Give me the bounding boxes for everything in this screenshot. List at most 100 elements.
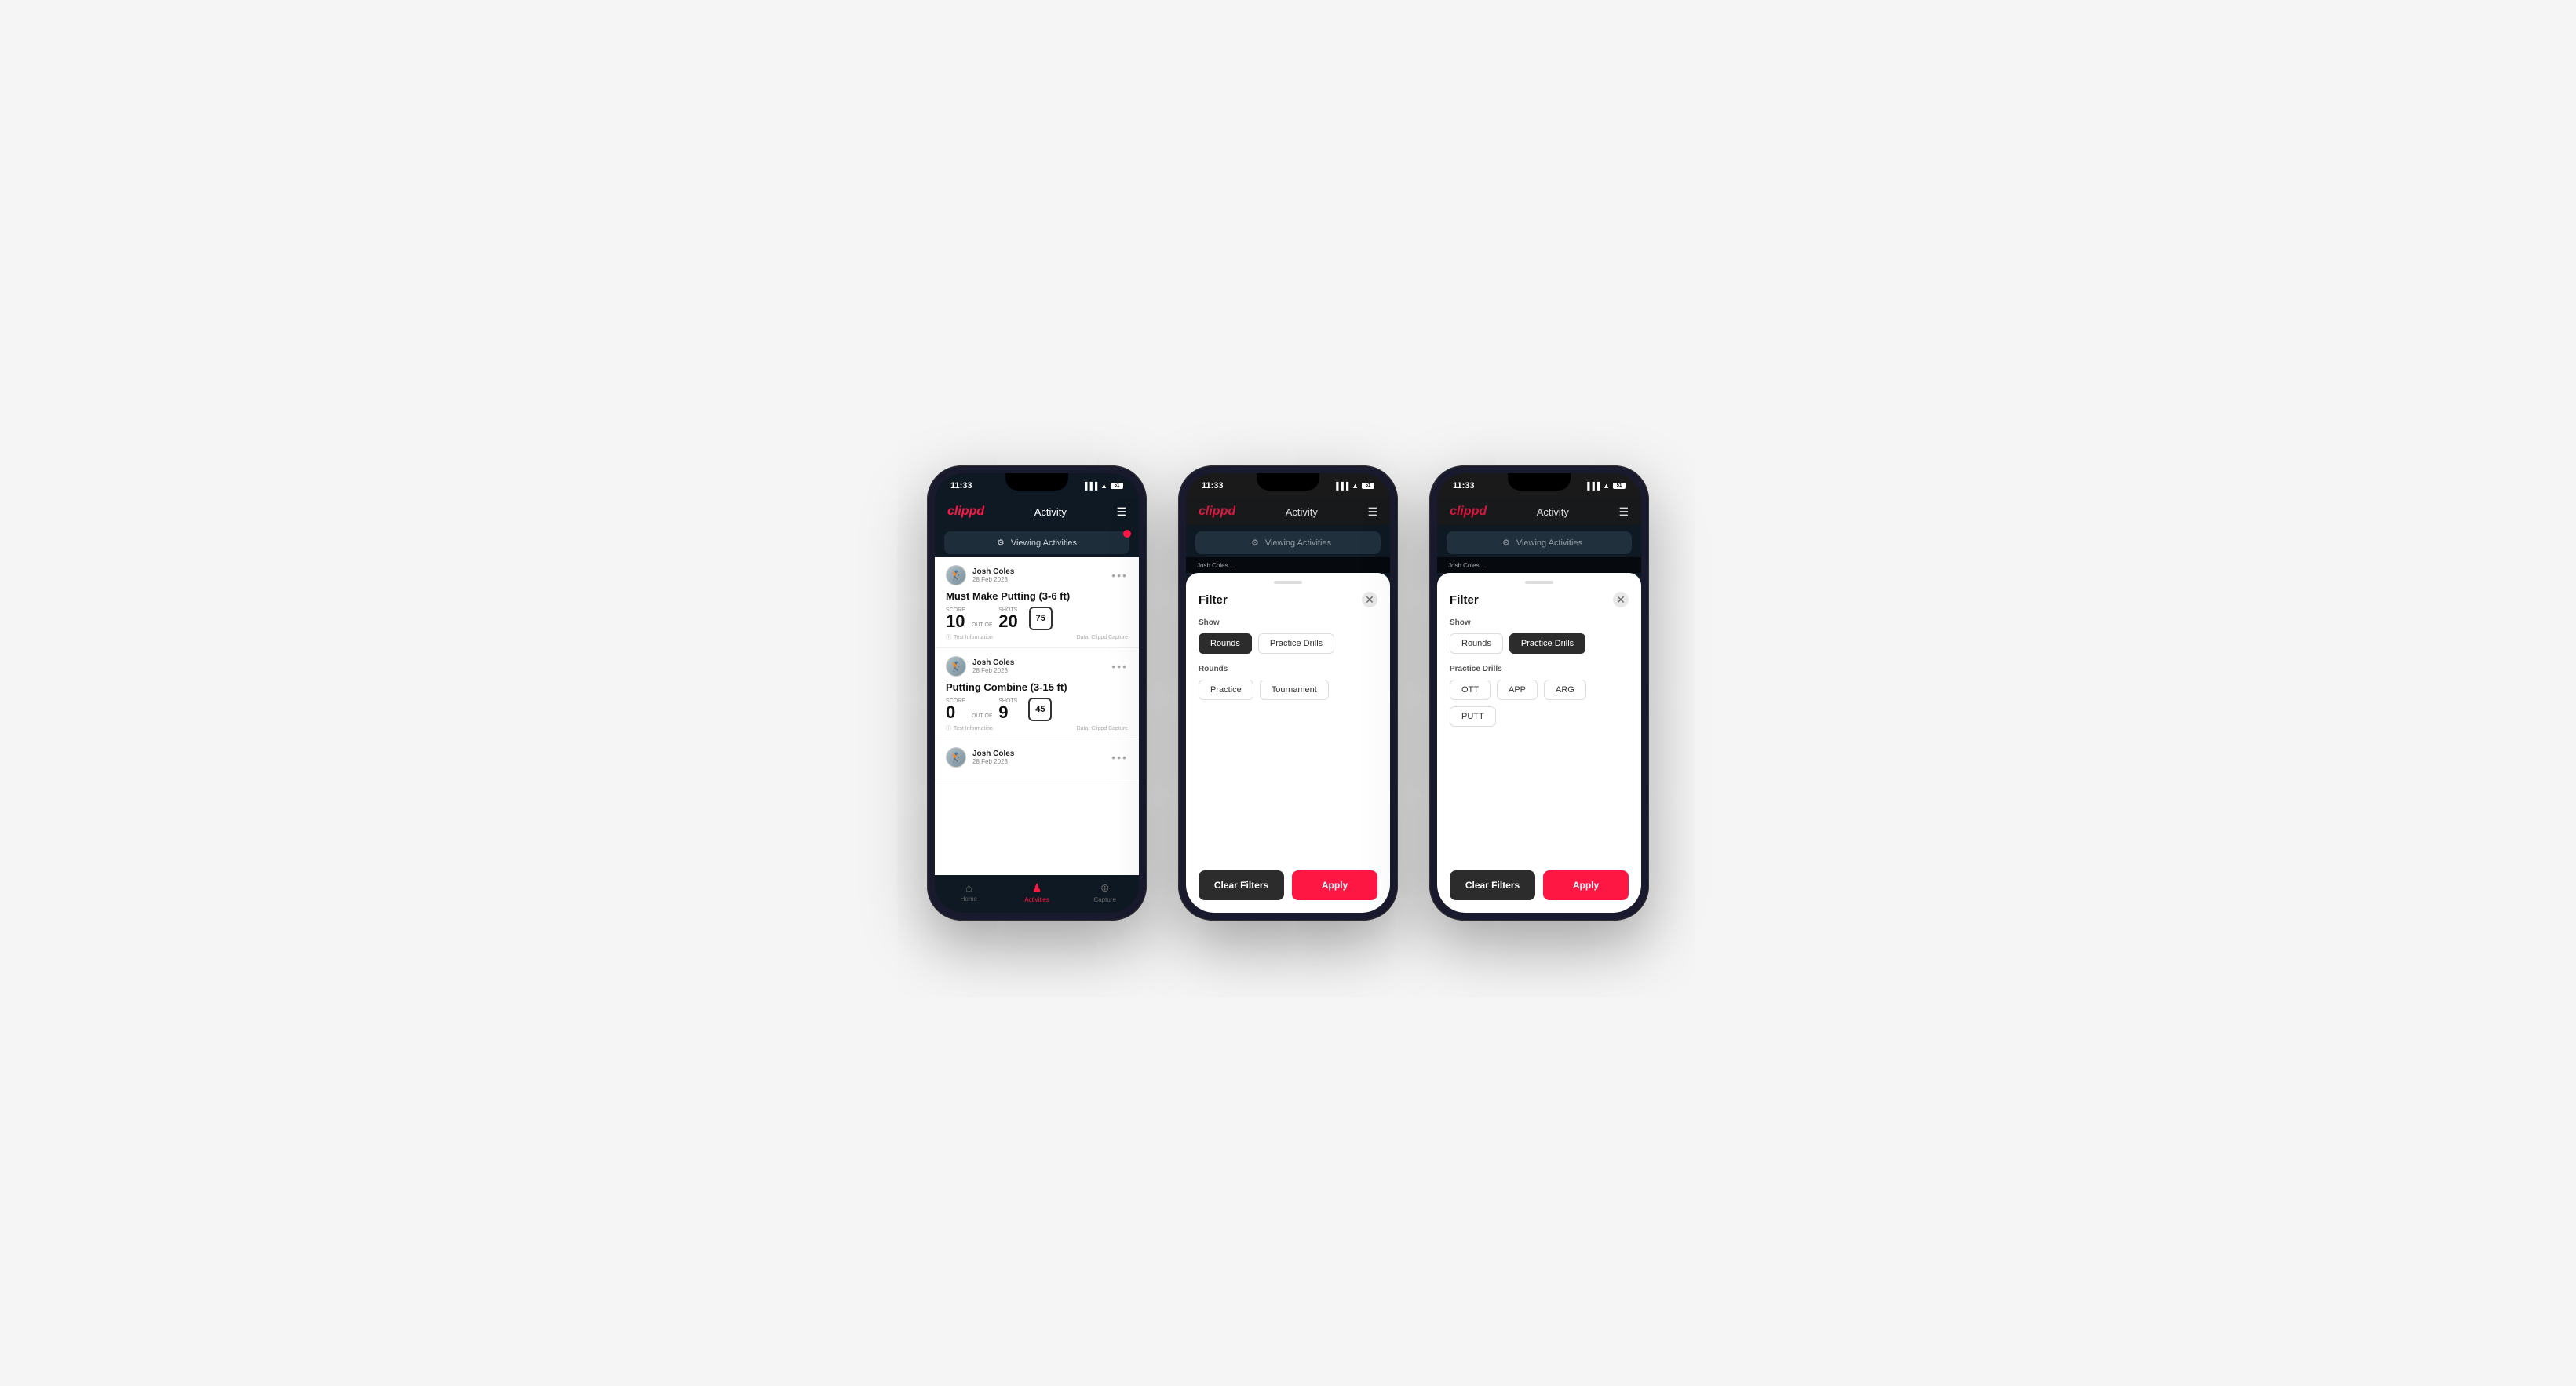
filter-header-2: Filter ✕ xyxy=(1186,589,1390,615)
capture-icon-1: ⊕ xyxy=(1100,881,1110,895)
filter-close-button-2[interactable]: ✕ xyxy=(1362,592,1377,607)
practice-drills-chip-3[interactable]: Practice Drills xyxy=(1509,633,1585,654)
filter-icon-3: ⚙ xyxy=(1502,538,1510,548)
nav-home-1[interactable]: ⌂ Home xyxy=(935,881,1003,903)
user-info-1: 🏌 Josh Coles 28 Feb 2023 xyxy=(946,565,1014,585)
header-title-1: Activity xyxy=(1034,506,1067,518)
status-icons-3: ▐▐▐ ▲ 51 xyxy=(1585,482,1626,490)
test-info-1: ⓘ Test Information xyxy=(946,633,993,641)
avatar-1: 🏌 xyxy=(946,565,966,585)
avatar-2: 🏌 xyxy=(946,656,966,677)
hamburger-icon-2[interactable]: ☰ xyxy=(1367,505,1377,519)
arg-chip-3[interactable]: ARG xyxy=(1544,680,1586,700)
shot-quality-badge-2: 45 xyxy=(1028,698,1052,721)
signal-icon-3: ▐▐▐ xyxy=(1585,482,1600,490)
more-dots-2[interactable]: ••• xyxy=(1111,660,1128,673)
more-dots-3[interactable]: ••• xyxy=(1111,751,1128,764)
practice-drills-chips-3: OTT APP ARG PUTT xyxy=(1450,680,1629,727)
card-title-2: Putting Combine (3-15 ft) xyxy=(946,681,1128,693)
filter-body-3: Show Rounds Practice Drills Practice Dri… xyxy=(1437,615,1641,861)
hamburger-icon-1[interactable]: ☰ xyxy=(1116,505,1126,519)
user-peek-3: Josh Coles ... xyxy=(1448,562,1486,569)
rounds-chips-2: Practice Tournament xyxy=(1199,680,1377,700)
info-icon-1: ⓘ xyxy=(946,633,951,641)
signal-icon: ▐▐▐ xyxy=(1082,482,1097,490)
putt-chip-3[interactable]: PUTT xyxy=(1450,706,1496,727)
user-date-2: 28 Feb 2023 xyxy=(972,667,1014,674)
notch-1 xyxy=(1005,473,1068,491)
app-header-2: clippd Activity ☰ xyxy=(1186,498,1390,525)
filter-title-3: Filter xyxy=(1450,593,1479,607)
phone-1: 11:33 ▐▐▐ ▲ 51 clippd Activity ☰ ⚙ Viewi… xyxy=(927,465,1147,921)
clear-filters-button-2[interactable]: Clear Filters xyxy=(1199,870,1284,900)
filter-title-2: Filter xyxy=(1199,593,1228,607)
filter-sheet-3: Filter ✕ Show Rounds Practice Drills Pra… xyxy=(1437,573,1641,913)
time-1: 11:33 xyxy=(950,481,972,491)
more-dots-1[interactable]: ••• xyxy=(1111,569,1128,582)
activities-icon-1: ♟ xyxy=(1032,881,1042,895)
phone-2: 11:33 ▐▐▐ ▲ 51 clippd Activity ☰ ⚙ Viewi… xyxy=(1178,465,1398,921)
card-header-1: 🏌 Josh Coles 28 Feb 2023 ••• xyxy=(946,565,1128,585)
user-date-3: 28 Feb 2023 xyxy=(972,758,1014,765)
bottom-nav-1: ⌂ Home ♟ Activities ⊕ Capture xyxy=(935,875,1139,913)
user-name-1: Josh Coles xyxy=(972,567,1014,576)
shots-group-2: Shots 9 xyxy=(998,698,1017,721)
viewing-banner-text-3: Viewing Activities xyxy=(1516,538,1582,548)
card-header-2: 🏌 Josh Coles 28 Feb 2023 ••• xyxy=(946,656,1128,677)
card-stats-2: Score 0 OUT OF Shots 9 45 xyxy=(946,698,1128,721)
activity-content-1: 🏌 Josh Coles 28 Feb 2023 ••• Must Make P… xyxy=(935,557,1139,875)
apply-button-2[interactable]: Apply xyxy=(1292,870,1377,900)
battery-icon-3: 51 xyxy=(1613,483,1626,489)
avatar-person-1: 🏌 xyxy=(950,570,962,581)
hamburger-icon-3[interactable]: ☰ xyxy=(1618,505,1629,519)
logo-2: clippd xyxy=(1199,505,1235,519)
phone-1-screen: 11:33 ▐▐▐ ▲ 51 clippd Activity ☰ ⚙ Viewi… xyxy=(935,473,1139,913)
avatar-inner-2: 🏌 xyxy=(947,657,965,676)
home-icon-1: ⌂ xyxy=(965,881,972,894)
user-info-2: 🏌 Josh Coles 28 Feb 2023 xyxy=(946,656,1014,677)
status-icons-1: ▐▐▐ ▲ 51 xyxy=(1082,482,1123,490)
phone-3-screen: 11:33 ▐▐▐ ▲ 51 clippd Activity ☰ ⚙ Viewi… xyxy=(1437,473,1641,913)
rounds-chip-2[interactable]: Rounds xyxy=(1199,633,1252,654)
user-details-3: Josh Coles 28 Feb 2023 xyxy=(972,750,1014,765)
app-header-1: clippd Activity ☰ xyxy=(935,498,1139,525)
shots-value-2: 9 xyxy=(998,704,1017,721)
card-footer-1: ⓘ Test Information Data: Clippd Capture xyxy=(946,633,1128,641)
status-bar-2: 11:33 ▐▐▐ ▲ 51 xyxy=(1186,473,1390,498)
clear-filters-button-3[interactable]: Clear Filters xyxy=(1450,870,1535,900)
status-bar-1: 11:33 ▐▐▐ ▲ 51 xyxy=(935,473,1139,498)
shots-value-1: 20 xyxy=(998,613,1017,630)
nav-capture-1[interactable]: ⊕ Capture xyxy=(1071,881,1139,903)
avatar-inner-3: 🏌 xyxy=(947,748,965,767)
activity-card-2: 🏌 Josh Coles 28 Feb 2023 ••• Putting Com… xyxy=(935,648,1139,739)
out-of-1: OUT OF xyxy=(972,622,992,628)
signal-icon-2: ▐▐▐ xyxy=(1334,482,1348,490)
rounds-chip-3[interactable]: Rounds xyxy=(1450,633,1503,654)
status-bar-3: 11:33 ▐▐▐ ▲ 51 xyxy=(1437,473,1641,498)
avatar-person-3: 🏌 xyxy=(950,752,962,763)
viewing-activities-banner-2: ⚙ Viewing Activities xyxy=(1195,531,1381,554)
score-group-2: Score 0 xyxy=(946,698,965,721)
apply-button-3[interactable]: Apply xyxy=(1543,870,1629,900)
filter-sheet-2: Filter ✕ Show Rounds Practice Drills Rou… xyxy=(1186,573,1390,913)
filter-icon-2: ⚙ xyxy=(1251,538,1259,548)
app-header-3: clippd Activity ☰ xyxy=(1437,498,1641,525)
show-label-3: Show xyxy=(1450,618,1629,627)
card-stats-1: Score 10 OUT OF Shots 20 75 xyxy=(946,607,1128,630)
viewing-activities-banner-1[interactable]: ⚙ Viewing Activities xyxy=(944,531,1129,554)
battery-icon-2: 51 xyxy=(1362,483,1374,489)
card-footer-2: ⓘ Test Information Data: Clippd Capture xyxy=(946,724,1128,732)
tournament-chip-2[interactable]: Tournament xyxy=(1260,680,1329,700)
user-info-3: 🏌 Josh Coles 28 Feb 2023 xyxy=(946,747,1014,768)
practice-drills-chip-2[interactable]: Practice Drills xyxy=(1258,633,1334,654)
card-header-3: 🏌 Josh Coles 28 Feb 2023 ••• xyxy=(946,747,1128,768)
wifi-icon-2: ▲ xyxy=(1352,482,1359,490)
filter-close-button-3[interactable]: ✕ xyxy=(1613,592,1629,607)
show-chips-2: Rounds Practice Drills xyxy=(1199,633,1377,654)
app-chip-3[interactable]: APP xyxy=(1497,680,1538,700)
user-name-3: Josh Coles xyxy=(972,750,1014,758)
ott-chip-3[interactable]: OTT xyxy=(1450,680,1491,700)
practice-chip-2[interactable]: Practice xyxy=(1199,680,1253,700)
header-title-3: Activity xyxy=(1537,506,1569,518)
nav-activities-1[interactable]: ♟ Activities xyxy=(1003,881,1071,903)
